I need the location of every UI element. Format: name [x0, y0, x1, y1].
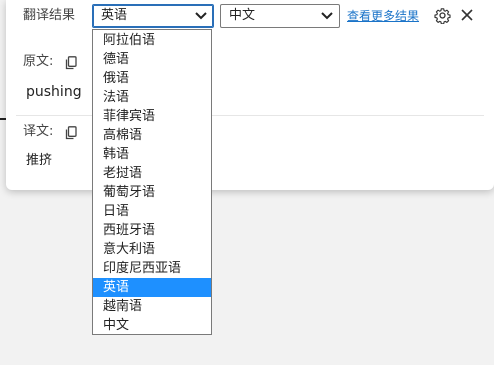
dropdown-option[interactable]: 印度尼西亚语	[93, 259, 211, 278]
translation-label: 译文:	[23, 124, 54, 139]
target-language-value: 中文	[229, 8, 256, 23]
dropdown-option-selected[interactable]: 英语	[93, 278, 211, 297]
dropdown-option[interactable]: 越南语	[93, 297, 211, 316]
translation-text: 推挤	[26, 153, 53, 168]
copy-icon[interactable]	[65, 126, 77, 140]
source-language-dropdown: 阿拉伯语 德语 俄语 法语 菲律宾语 高棉语 韩语 老挝语 葡萄牙语 日语 西班…	[92, 29, 212, 335]
dropdown-option[interactable]: 德语	[93, 50, 211, 69]
gear-icon[interactable]	[434, 7, 451, 24]
chevron-down-icon	[195, 12, 207, 20]
section-divider	[16, 115, 484, 116]
dropdown-option[interactable]: 中文	[93, 316, 211, 335]
dropdown-option[interactable]: 菲律宾语	[93, 107, 211, 126]
dropdown-option[interactable]: 高棉语	[93, 126, 211, 145]
target-language-select[interactable]: 中文	[220, 4, 340, 28]
close-icon[interactable]	[460, 8, 474, 22]
dropdown-option[interactable]: 日语	[93, 202, 211, 221]
dropdown-option[interactable]: 老挝语	[93, 164, 211, 183]
chevron-down-icon	[321, 12, 333, 20]
dropdown-option[interactable]: 西班牙语	[93, 221, 211, 240]
source-language-value: 英语	[101, 8, 128, 23]
dropdown-option[interactable]: 俄语	[93, 69, 211, 88]
copy-icon[interactable]	[65, 56, 77, 70]
more-results-link[interactable]: 查看更多结果	[347, 8, 419, 24]
source-language-select[interactable]: 英语	[92, 4, 214, 28]
original-text: pushing	[26, 84, 82, 100]
panel-title: 翻译结果	[23, 8, 76, 23]
dropdown-option[interactable]: 阿拉伯语	[93, 31, 211, 50]
dropdown-option[interactable]: 法语	[93, 88, 211, 107]
dropdown-option[interactable]: 意大利语	[93, 240, 211, 259]
original-label: 原文:	[23, 54, 54, 69]
translation-panel: 翻译结果 英语 中文 查看更多结果 原文: pushing 译文: 推挤	[6, 0, 494, 190]
dropdown-option[interactable]: 韩语	[93, 145, 211, 164]
stage: 翻译结果 英语 中文 查看更多结果 原文: pushing 译文: 推挤 阿拉伯…	[0, 0, 494, 365]
dropdown-option[interactable]: 葡萄牙语	[93, 183, 211, 202]
